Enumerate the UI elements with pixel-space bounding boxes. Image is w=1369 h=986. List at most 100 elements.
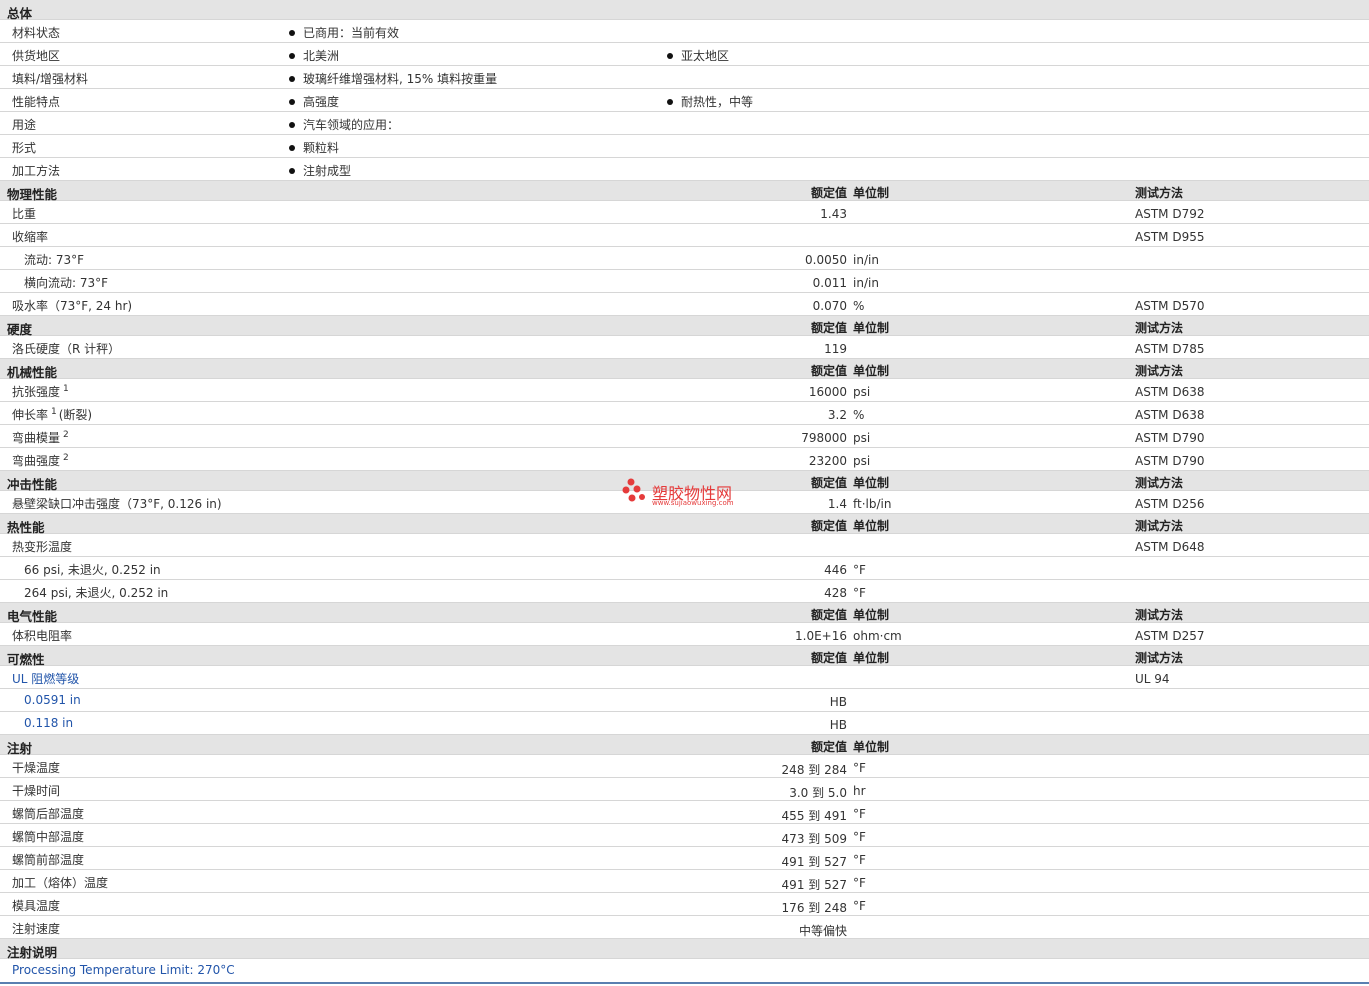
property-value: 3.2	[827, 408, 847, 422]
test-method: ASTM D257	[1135, 629, 1205, 643]
processing-row: 干燥温度 248 到 284 °F	[0, 755, 1369, 778]
property-row: 流动: 73°F 0.0050 in/in	[0, 247, 1369, 270]
property-unit: in/in	[853, 276, 879, 290]
property-value: 1.43	[820, 207, 847, 221]
section-header-general: 总体	[0, 0, 1369, 21]
property-row: UL 阻燃等级 UL 94	[0, 666, 1369, 689]
property-value: 473 到 509	[781, 832, 847, 846]
property-unit: °F	[853, 761, 866, 775]
property-unit: °F	[853, 807, 866, 821]
property-value: 119	[824, 342, 847, 356]
property-sublabel: 66 psi, 未退火, 0.252 in	[24, 563, 161, 577]
property-label: 加工（熔体）温度	[12, 876, 109, 890]
test-method: ASTM D570	[1135, 299, 1205, 313]
property-label: 收缩率	[12, 230, 49, 244]
section-header-hardness: 硬度 额定值 单位制 测试方法	[0, 316, 1369, 337]
property-row: 吸水率（73°F, 24 hr) 0.070 % ASTM D570	[0, 293, 1369, 316]
property-label: 螺筒后部温度	[12, 807, 85, 821]
property-unit: °F	[853, 563, 866, 577]
property-row: 弯曲强度 2 23200 psi ASTM D790	[0, 448, 1369, 471]
property-label: 螺筒前部温度	[12, 853, 85, 867]
property-value: 428	[824, 586, 847, 600]
column-header-value: 额定值	[810, 519, 847, 533]
property-value: 3.0 到 5.0	[789, 786, 847, 800]
bullet-icon	[289, 168, 295, 174]
property-label: 比重	[12, 207, 37, 221]
property-unit: in/in	[853, 253, 879, 267]
column-header-value: 额定值	[810, 740, 847, 754]
property-label: 伸长率 1 (断裂)	[12, 407, 93, 422]
column-header-test: 测试方法	[1135, 651, 1184, 665]
section-header-injection: 注射 额定值 单位制	[0, 735, 1369, 756]
column-header-test: 测试方法	[1135, 321, 1184, 335]
column-header-value: 额定值	[810, 364, 847, 378]
section-header-mechanical: 机械性能 额定值 单位制 测试方法	[0, 359, 1369, 380]
thickness-link[interactable]: 0.0591 in	[24, 693, 81, 707]
test-method: ASTM D790	[1135, 431, 1205, 445]
property-value: 23200	[808, 454, 847, 468]
bullet-icon	[667, 53, 673, 59]
processing-note: Processing Temperature Limit: 270°C	[12, 963, 235, 977]
column-header-unit: 单位制	[853, 321, 890, 335]
bullet-item: 高强度	[289, 93, 339, 110]
property-label: 洛氏硬度（R 计秤）	[12, 342, 121, 356]
processing-row: 加工（熔体）温度 491 到 527 °F	[0, 870, 1369, 893]
bullet-item: 颗粒料	[289, 139, 339, 156]
column-header-test: 测试方法	[1135, 476, 1184, 490]
bullet-item: 已商用：当前有效	[289, 24, 399, 41]
property-value: 中等偏快	[798, 924, 847, 938]
bullet-item: 注射成型	[289, 162, 351, 179]
property-label: 悬壁梁缺口冲击强度（73°F, 0.126 in)	[12, 497, 222, 511]
watermark-url: www.sujiaowuxing.com	[652, 499, 734, 507]
processing-row: 螺筒后部温度 455 到 491 °F	[0, 801, 1369, 824]
section-header-thermal: 热性能 额定值 单位制 测试方法	[0, 514, 1369, 535]
watermark: 塑胶物性网 www.sujiaowuxing.com	[621, 476, 761, 510]
general-row: 用途 汽车领域的应用：	[0, 112, 1369, 135]
property-value: 798000	[801, 431, 847, 445]
bullet-item: 耐热性，中等	[667, 93, 753, 110]
bullet-item: 汽车领域的应用：	[289, 116, 399, 133]
property-label: 供货地区	[12, 49, 61, 63]
property-value: HB	[829, 718, 847, 732]
general-row: 供货地区 北美洲 亚太地区	[0, 43, 1369, 66]
test-method: ASTM D256	[1135, 497, 1205, 511]
property-unit: ft·lb/in	[853, 497, 892, 511]
watermark-logo-icon	[622, 478, 645, 502]
property-value: 1.0E+16	[795, 629, 847, 643]
property-row: 体积电阻率 1.0E+16 ohm·cm ASTM D257	[0, 623, 1369, 646]
property-unit: %	[853, 299, 865, 313]
column-header-value: 额定值	[810, 608, 847, 622]
property-row: 横向流动: 73°F 0.011 in/in	[0, 270, 1369, 293]
property-label: 弯曲模量 2	[12, 430, 69, 445]
test-method: ASTM D638	[1135, 408, 1205, 422]
section-header-notes: 注射说明	[0, 939, 1369, 960]
general-row: 材料状态 已商用：当前有效	[0, 20, 1369, 43]
property-row: 抗张强度 1 16000 psi ASTM D638	[0, 379, 1369, 402]
column-header-unit: 单位制	[853, 364, 890, 378]
property-unit: hr	[853, 784, 866, 798]
property-value: 491 到 527	[781, 878, 847, 892]
footnote-marker: 2	[63, 453, 69, 463]
property-sublabel: 264 psi, 未退火, 0.252 in	[24, 586, 169, 600]
processing-row: 螺筒前部温度 491 到 527 °F	[0, 847, 1369, 870]
test-method: ASTM D790	[1135, 454, 1205, 468]
section-header-electrical: 电气性能 额定值 单位制 测试方法	[0, 603, 1369, 624]
property-label: 干燥温度	[12, 761, 61, 775]
property-label: 材料状态	[12, 26, 61, 40]
property-unit: %	[853, 408, 865, 422]
property-unit: psi	[853, 454, 871, 468]
thickness-link[interactable]: 0.118 in	[24, 716, 73, 730]
ul-rating-link[interactable]: UL 阻燃等级	[12, 670, 79, 687]
test-method: ASTM D785	[1135, 342, 1205, 356]
property-value: 446	[824, 563, 847, 577]
column-header-unit: 单位制	[853, 608, 890, 622]
property-row: 66 psi, 未退火, 0.252 in 446 °F	[0, 557, 1369, 580]
property-value: 0.011	[812, 276, 847, 290]
column-header-value: 额定值	[810, 476, 847, 490]
property-value: 455 到 491	[781, 809, 847, 823]
column-header-unit: 单位制	[853, 186, 890, 200]
column-header-test: 测试方法	[1135, 186, 1184, 200]
property-label: 体积电阻率	[12, 629, 73, 643]
property-row: 0.0591 in HB	[0, 689, 1369, 712]
processing-row: 螺筒中部温度 473 到 509 °F	[0, 824, 1369, 847]
